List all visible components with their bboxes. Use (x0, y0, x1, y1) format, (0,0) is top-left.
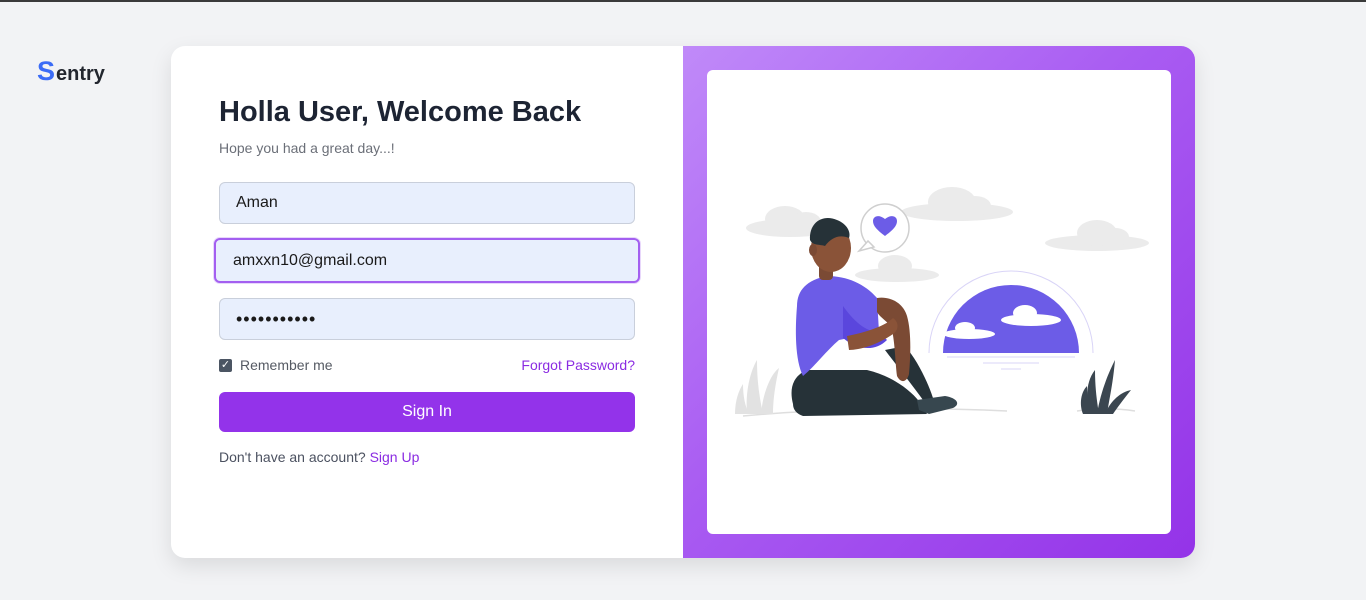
signup-prompt-line: Don't have an account? Sign Up (219, 449, 419, 465)
sunset-semicircle (928, 270, 1094, 370)
speech-bubble (856, 203, 910, 253)
checkbox-check-icon[interactable]: ✓ (219, 358, 232, 372)
remember-me-label: Remember me (240, 357, 333, 373)
brand-logo[interactable]: S entry (37, 58, 105, 85)
right-plant (1080, 360, 1131, 414)
page-title: Holla User, Welcome Back (219, 96, 582, 128)
name-input[interactable] (219, 182, 635, 224)
clouds (746, 187, 1149, 282)
illustration-frame (707, 70, 1171, 534)
sitting-person-illustration (735, 187, 1149, 417)
login-form-panel: Holla User, Welcome Back Hope you had a … (171, 46, 683, 558)
forgot-password-link[interactable]: Forgot Password? (521, 357, 635, 373)
signup-prompt: Don't have an account? (219, 449, 366, 465)
sign-up-link[interactable]: Sign Up (370, 449, 420, 465)
illustration-panel (683, 46, 1195, 558)
logo-initial: S (37, 56, 56, 86)
password-input[interactable] (219, 298, 635, 340)
page-subtitle: Hope you had a great day...! (219, 140, 395, 156)
sign-in-button[interactable]: Sign In (219, 392, 635, 432)
email-input[interactable] (214, 238, 640, 283)
window-top-border (0, 0, 1366, 2)
logo-text: entry (56, 63, 105, 85)
left-plant (735, 360, 779, 414)
login-card: Holla User, Welcome Back Hope you had a … (171, 46, 1195, 558)
remember-me[interactable]: ✓ Remember me (219, 357, 333, 373)
